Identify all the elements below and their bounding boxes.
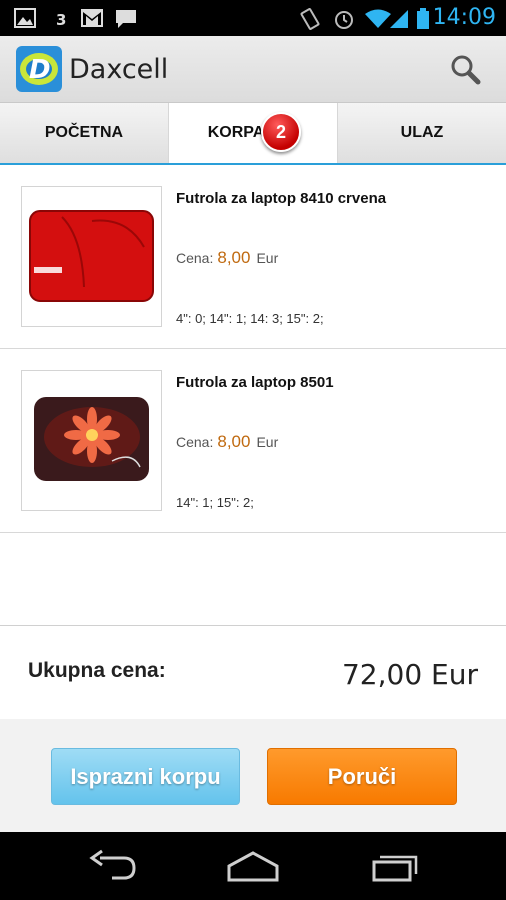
navigation-bar bbox=[0, 832, 506, 900]
price-label: Cena: bbox=[176, 434, 214, 450]
flower-laptop-sleeve-icon bbox=[34, 397, 149, 481]
action-buttons: Isprazni korpu Poruči bbox=[0, 719, 506, 832]
status-time: 14:09 bbox=[432, 5, 496, 30]
tab-ulaz[interactable]: ULAZ bbox=[338, 103, 506, 163]
back-icon[interactable] bbox=[88, 848, 138, 884]
total-label: Ukupna cena: bbox=[28, 659, 166, 682]
price-label: Cena: bbox=[176, 250, 214, 266]
logo-letter: D bbox=[29, 55, 51, 85]
empty-cart-button[interactable]: Isprazni korpu bbox=[51, 748, 240, 805]
search-icon[interactable] bbox=[446, 52, 486, 88]
status-bar: 3 14:09 bbox=[0, 0, 506, 36]
price-currency: Eur bbox=[256, 250, 279, 266]
product-image-red-sleeve bbox=[21, 186, 162, 327]
cart-list: Futrola za laptop 8410 crvena Cena: 8,00 E… bbox=[0, 165, 506, 626]
total-value: 72,00 Eur bbox=[341, 658, 478, 691]
price-row: Cena: 8,00 Eur bbox=[176, 248, 278, 268]
cart-item[interactable]: Futrola za laptop 8501 Cena: 8,00 Eur 14":… bbox=[0, 349, 506, 533]
tab-ulaz-label: ULAZ bbox=[400, 124, 444, 141]
cart-item[interactable]: Futrola za laptop 8410 crvena Cena: 8,00 E… bbox=[0, 165, 506, 349]
image-icon bbox=[14, 8, 36, 28]
home-icon[interactable] bbox=[226, 848, 280, 884]
signal-icon bbox=[390, 10, 408, 28]
vibrate-icon bbox=[300, 8, 320, 30]
tab-korpa-label: KORPA bbox=[207, 124, 265, 141]
product-image-flower-sleeve bbox=[21, 370, 162, 511]
price-currency: Eur bbox=[256, 434, 279, 450]
product-sizes: 4": 0; 14": 1; 14: 3; 15": 2; bbox=[176, 311, 324, 326]
price-row: Cena: 8,00 Eur bbox=[176, 432, 278, 452]
battery-icon bbox=[417, 8, 429, 29]
tab-bar: POČETNA KORPA ULAZ bbox=[0, 103, 506, 166]
gmail-icon bbox=[81, 9, 103, 27]
alarm-icon bbox=[335, 11, 353, 29]
tab-korpa[interactable]: KORPA bbox=[168, 103, 338, 163]
product-title: Futrola za laptop 8501 bbox=[176, 374, 334, 391]
total-bar: Ukupna cena: 72,00 Eur bbox=[0, 625, 506, 720]
red-laptop-sleeve-icon bbox=[29, 210, 154, 302]
order-button[interactable]: Poruči bbox=[267, 748, 457, 805]
message-icon bbox=[116, 10, 136, 28]
product-sizes: 14": 1; 15": 2; bbox=[176, 495, 254, 510]
action-bar: D Daxcell bbox=[0, 36, 506, 103]
app-title: Daxcell bbox=[69, 54, 169, 85]
tab-pocetna[interactable]: POČETNA bbox=[0, 103, 168, 163]
product-title: Futrola za laptop 8410 crvena bbox=[176, 190, 387, 207]
price-value: 8,00 bbox=[217, 432, 251, 451]
tab-pocetna-label: POČETNA bbox=[44, 124, 124, 141]
svg-text:3: 3 bbox=[56, 11, 66, 29]
recent-apps-icon[interactable] bbox=[370, 848, 420, 884]
price-value: 8,00 bbox=[217, 248, 251, 267]
network-3g-icon: 3 bbox=[56, 11, 66, 29]
cart-count-badge: 2 bbox=[261, 112, 301, 152]
app-logo-icon[interactable]: D bbox=[16, 46, 62, 92]
